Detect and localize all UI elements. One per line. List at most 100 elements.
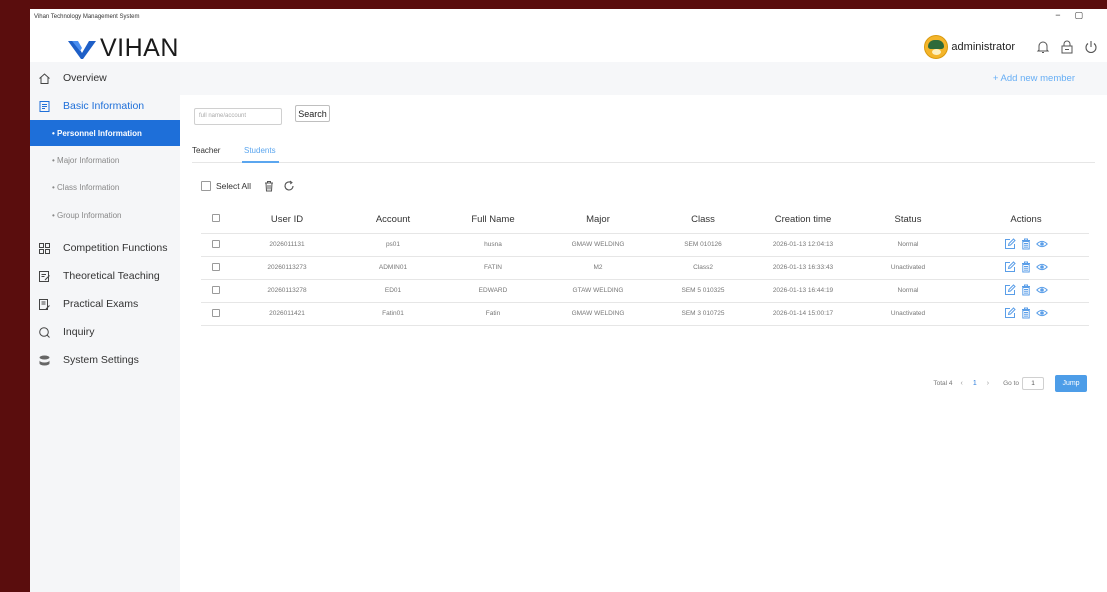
window-controls[interactable]: −▢ bbox=[1055, 10, 1097, 21]
power-icon[interactable] bbox=[1083, 39, 1099, 55]
column-header[interactable]: Status bbox=[853, 207, 963, 234]
sidebar-subitem-label: • Class Information bbox=[52, 182, 120, 192]
actions-cell bbox=[963, 256, 1089, 280]
brand-name: VIHAN bbox=[100, 34, 179, 62]
sidebar-item-competition-functions[interactable]: Competition Functions bbox=[30, 234, 180, 262]
next-page-button[interactable]: › bbox=[987, 380, 989, 387]
goto-page-input[interactable]: 1 bbox=[1022, 377, 1044, 390]
sidebar: Overview Basic Information • Personnel I… bbox=[30, 62, 180, 592]
minimize-button[interactable]: − bbox=[1055, 10, 1074, 20]
edit-icon[interactable] bbox=[1004, 283, 1016, 296]
column-header: Actions bbox=[963, 207, 1089, 234]
sidebar-item-label: Theoretical Teaching bbox=[63, 270, 160, 282]
prev-page-button[interactable]: ‹ bbox=[961, 380, 963, 387]
tab-students[interactable]: Students bbox=[244, 146, 276, 155]
sidebar-subitem-personnel-information[interactable]: • Personnel Information bbox=[30, 120, 180, 146]
search-button[interactable]: Search bbox=[295, 105, 330, 122]
avatar[interactable] bbox=[924, 35, 949, 59]
tab-teacher[interactable]: Teacher bbox=[192, 146, 220, 155]
user-area: administrator bbox=[924, 35, 1099, 59]
maximize-button[interactable]: ▢ bbox=[1074, 10, 1097, 20]
creation-time-cell: 2026-01-13 16:44:19 bbox=[753, 279, 853, 303]
column-header[interactable]: Class bbox=[653, 207, 753, 234]
major-cell: GMAW WELDING bbox=[543, 302, 653, 326]
delete-icon[interactable] bbox=[1020, 284, 1032, 296]
creation-time-cell: 2026-01-14 15:00:17 bbox=[753, 302, 853, 326]
active-tab-indicator bbox=[242, 161, 279, 163]
major-cell: GMAW WELDING bbox=[543, 233, 653, 257]
column-header[interactable]: User ID bbox=[231, 207, 343, 234]
vihan-logo-icon bbox=[68, 40, 96, 59]
class-cell: Class2 bbox=[653, 256, 753, 280]
sidebar-item-basic-information[interactable]: Basic Information bbox=[30, 92, 180, 120]
header-checkbox[interactable] bbox=[212, 214, 220, 223]
column-header[interactable]: Creation time bbox=[753, 207, 853, 234]
sidebar-subitem-label: • Group Information bbox=[52, 210, 122, 220]
goto-label: Go to bbox=[1003, 380, 1019, 387]
sidebar-item-system-settings[interactable]: System Settings bbox=[30, 346, 180, 374]
status-cell: Normal bbox=[853, 279, 963, 303]
column-header[interactable]: Full Name bbox=[443, 207, 543, 234]
view-icon[interactable] bbox=[1036, 307, 1048, 319]
row-checkbox-cell bbox=[201, 256, 231, 280]
edit-icon[interactable] bbox=[1004, 260, 1016, 273]
search-icon bbox=[39, 326, 50, 338]
jump-button[interactable]: Jump bbox=[1055, 375, 1087, 392]
view-icon[interactable] bbox=[1036, 284, 1048, 296]
edit-icon[interactable] bbox=[1004, 306, 1016, 319]
trash-icon[interactable] bbox=[263, 180, 275, 192]
account-cell: Fatin01 bbox=[343, 302, 443, 326]
row-checkbox[interactable] bbox=[212, 262, 220, 271]
table-row[interactable]: 20260113273 ADMIN01 FATIN M2 Class2 2026-01-1… bbox=[201, 256, 1089, 280]
view-icon[interactable] bbox=[1036, 238, 1048, 250]
status-cell: Unactivated bbox=[853, 302, 963, 326]
view-icon[interactable] bbox=[1036, 261, 1048, 273]
column-header[interactable]: Account bbox=[343, 207, 443, 234]
delete-icon[interactable] bbox=[1020, 261, 1032, 273]
brand-logo: VIHAN bbox=[67, 34, 179, 63]
sidebar-subitem-major-information[interactable]: • Major Information bbox=[30, 147, 180, 173]
sidebar-item-overview[interactable]: Overview bbox=[30, 64, 180, 92]
delete-icon[interactable] bbox=[1020, 307, 1032, 319]
row-checkbox[interactable] bbox=[212, 308, 220, 317]
sidebar-item-label: Competition Functions bbox=[63, 242, 168, 254]
row-checkbox[interactable] bbox=[212, 285, 220, 294]
search-input[interactable]: full name/account bbox=[194, 108, 282, 125]
app-window: Vihan Technology Management System −▢ VI… bbox=[30, 9, 1107, 592]
major-cell: GTAW WELDING bbox=[543, 279, 653, 303]
bell-icon[interactable] bbox=[1035, 39, 1051, 55]
table-row[interactable]: 2026011421 Fatin01 Fatin GMAW WELDING SEM 3 … bbox=[201, 302, 1089, 326]
lock-icon[interactable] bbox=[1059, 39, 1075, 55]
table-row[interactable]: 20260113278 ED01 EDWARD GTAW WELDING SEM 5 0… bbox=[201, 279, 1089, 303]
column-header[interactable]: Major bbox=[543, 207, 653, 234]
pagination: Total 4 ‹ 1 › Go to 1 Jump bbox=[933, 375, 1087, 392]
exam-icon bbox=[39, 298, 50, 310]
home-icon bbox=[39, 72, 50, 84]
user-id-cell: 2026011131 bbox=[231, 233, 343, 257]
select-all-checkbox[interactable] bbox=[201, 181, 211, 191]
sidebar-subitem-group-information[interactable]: • Group Information bbox=[30, 202, 180, 228]
refresh-icon[interactable] bbox=[283, 180, 295, 192]
page-number-current[interactable]: 1 bbox=[973, 380, 977, 387]
sidebar-item-inquiry[interactable]: Inquiry bbox=[30, 318, 180, 346]
full-name-cell: husna bbox=[443, 233, 543, 257]
table-row[interactable]: 2026011131 ps01 husna GMAW WELDING SEM 01012… bbox=[201, 233, 1089, 257]
account-cell: ED01 bbox=[343, 279, 443, 303]
edit-document-icon bbox=[39, 270, 50, 282]
row-checkbox-cell bbox=[201, 233, 231, 257]
table-header-row: User ID Account Full Name Major Class Cr… bbox=[201, 207, 1089, 234]
row-checkbox[interactable] bbox=[212, 239, 220, 248]
user-id-cell: 20260113273 bbox=[231, 256, 343, 280]
add-member-button[interactable]: + Add new member bbox=[993, 73, 1075, 84]
sidebar-item-practical-exams[interactable]: Practical Exams bbox=[30, 290, 180, 318]
username-label[interactable]: administrator bbox=[951, 41, 1015, 53]
user-id-cell: 2026011421 bbox=[231, 302, 343, 326]
delete-icon[interactable] bbox=[1020, 238, 1032, 250]
sidebar-item-label: Inquiry bbox=[63, 326, 95, 338]
row-checkbox-cell bbox=[201, 279, 231, 303]
user-id-cell: 20260113278 bbox=[231, 279, 343, 303]
sidebar-subitem-class-information[interactable]: • Class Information bbox=[30, 174, 180, 200]
sidebar-item-theoretical-teaching[interactable]: Theoretical Teaching bbox=[30, 262, 180, 290]
actions-cell bbox=[963, 233, 1089, 257]
edit-icon[interactable] bbox=[1004, 237, 1016, 250]
